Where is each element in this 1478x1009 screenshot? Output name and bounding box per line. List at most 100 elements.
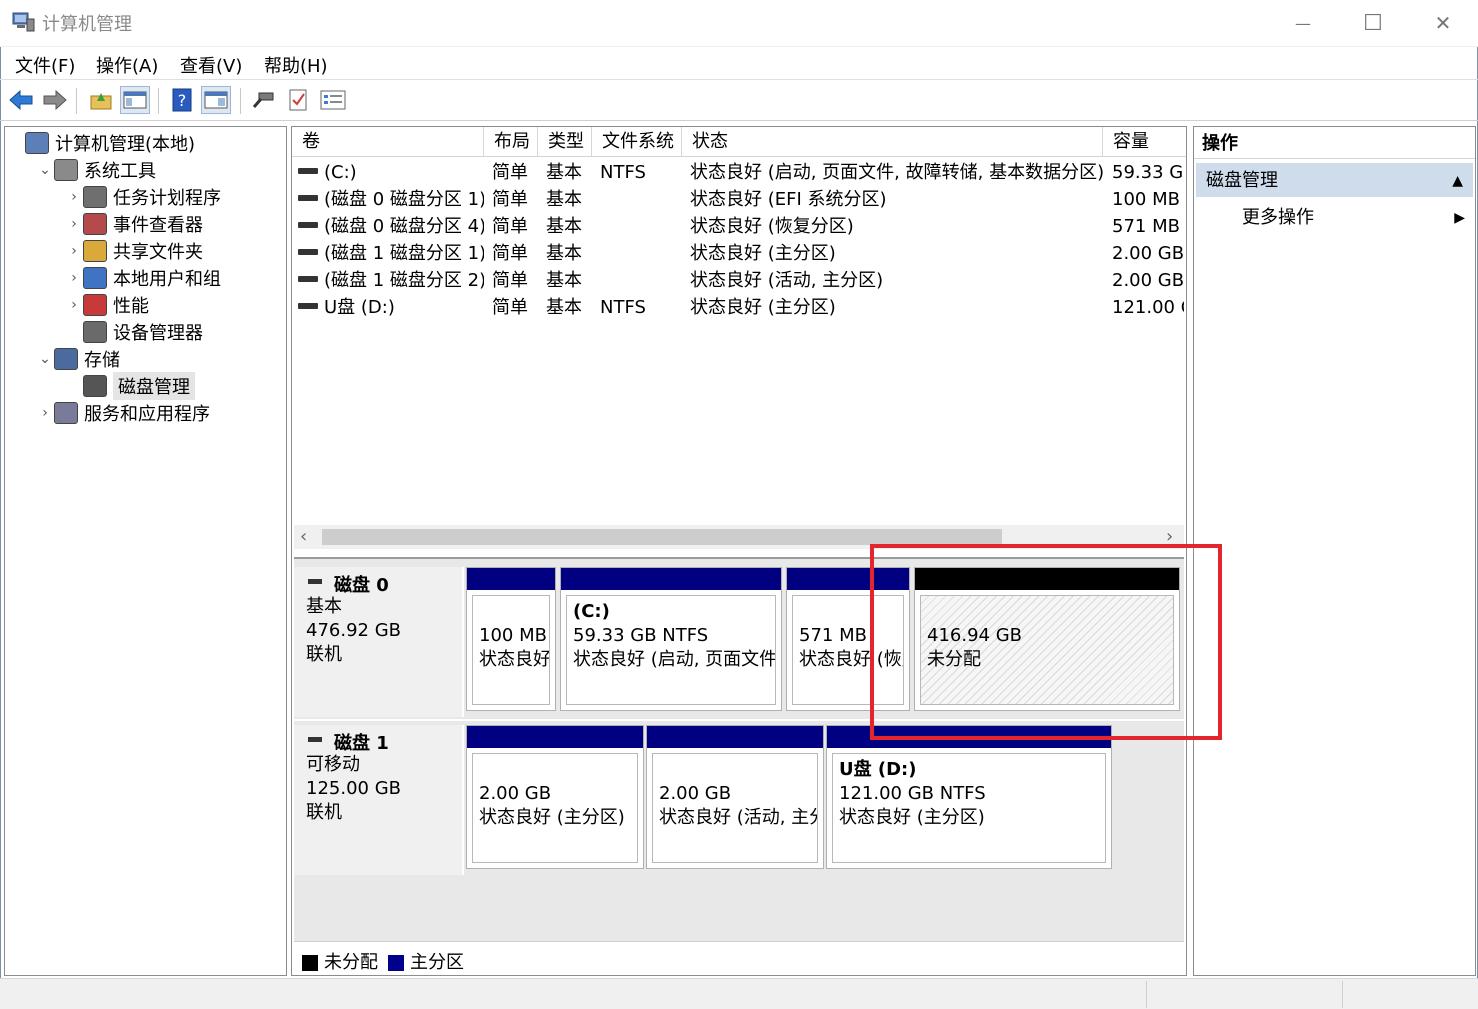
table-cell: (磁盘 0 磁盘分区 4) bbox=[298, 213, 484, 240]
status-bar bbox=[0, 978, 1478, 1009]
chevron-right-icon[interactable]: › bbox=[65, 243, 83, 259]
cell-text: U盘 (D:) bbox=[324, 297, 395, 318]
cell-text: (磁盘 0 磁盘分区 1) bbox=[324, 189, 484, 210]
menu-help[interactable]: 帮助(H) bbox=[264, 52, 328, 78]
partition[interactable]: 100 MB 状态良好 bbox=[466, 567, 556, 711]
tree-item[interactable]: › 共享文件夹 bbox=[5, 237, 286, 264]
partition[interactable]: 2.00 GB 状态良好 (活动, 主分 bbox=[646, 725, 824, 869]
more-actions-label: 更多操作 bbox=[1242, 207, 1314, 228]
table-cell: (磁盘 1 磁盘分区 2) bbox=[298, 267, 484, 294]
actions-section-disk-management[interactable]: 磁盘管理 ▲ bbox=[1196, 163, 1473, 197]
partition[interactable]: (C:) 59.33 GB NTFS 状态良好 (启动, 页面文件, bbox=[560, 567, 782, 711]
tree-item[interactable]: 设备管理器 bbox=[5, 318, 286, 345]
table-row[interactable]: (磁盘 0 磁盘分区 1) 简单 基本 状态良好 (EFI 系统分区) 100 MB bbox=[292, 186, 1186, 213]
help-button[interactable]: ? bbox=[167, 86, 197, 114]
table-row[interactable]: (磁盘 1 磁盘分区 2) 简单 基本 状态良好 (活动, 主分区) 2.00 GB bbox=[292, 267, 1186, 294]
column-header-layout[interactable]: 布局 bbox=[484, 127, 538, 157]
local-users-icon bbox=[83, 266, 107, 289]
tree-item[interactable]: 计算机管理(本地) bbox=[5, 129, 286, 156]
maximize-icon: ☐ bbox=[1363, 10, 1383, 36]
chevron-right-icon[interactable]: › bbox=[65, 270, 83, 286]
tree-item[interactable]: ⌄ 存储 bbox=[5, 345, 286, 372]
table-cell bbox=[600, 267, 690, 294]
cell-text: 状态良好 (活动, 主分区) bbox=[690, 270, 884, 291]
chevron-right-icon[interactable]: › bbox=[65, 189, 83, 205]
tree-item[interactable]: ⌄ 系统工具 bbox=[5, 156, 286, 183]
chevron-down-icon[interactable]: ⌄ bbox=[36, 351, 54, 367]
table-cell: 基本 bbox=[546, 159, 600, 186]
maximize-button[interactable]: ☐ bbox=[1338, 0, 1408, 46]
partition[interactable]: U盘 (D:) 121.00 GB NTFS 状态良好 (主分区) bbox=[826, 725, 1112, 869]
tree-item[interactable]: › 任务计划程序 bbox=[5, 183, 286, 210]
table-row[interactable]: (磁盘 1 磁盘分区 1) 简单 基本 状态良好 (主分区) 2.00 GB bbox=[292, 240, 1186, 267]
navigation-tree: 计算机管理(本地) ⌄ 系统工具 › 任务计划程序 › 事件查看器 › 共享文件夹 › 本地用户和组… bbox=[4, 126, 287, 976]
table-cell bbox=[600, 240, 690, 267]
table-cell: 59.33 GB bbox=[1112, 159, 1184, 186]
cell-text: (磁盘 1 磁盘分区 1) bbox=[324, 243, 484, 264]
minimize-button[interactable]: — bbox=[1268, 0, 1338, 46]
folder-up-button[interactable] bbox=[86, 86, 116, 114]
menu-file[interactable]: 文件(F) bbox=[15, 52, 75, 78]
column-header-volume[interactable]: 卷 bbox=[292, 127, 484, 157]
shared-folders-icon bbox=[83, 239, 107, 262]
back-icon bbox=[9, 89, 33, 111]
menu-action[interactable]: 操作(A) bbox=[96, 52, 158, 78]
tree-item[interactable]: › 事件查看器 bbox=[5, 210, 286, 237]
chevron-right-icon[interactable]: › bbox=[65, 216, 83, 232]
toolbar: ? bbox=[0, 81, 1478, 121]
legend: 未分配 主分区 bbox=[294, 941, 1184, 973]
performance-icon bbox=[83, 293, 107, 316]
tree-item-label: 共享文件夹 bbox=[113, 241, 203, 263]
column-header-type[interactable]: 类型 bbox=[538, 127, 592, 157]
partition-size: 121.00 GB NTFS bbox=[839, 783, 986, 804]
partition-body: 100 MB 状态良好 bbox=[472, 595, 550, 705]
tree-item-label: 磁盘管理 bbox=[113, 371, 195, 400]
partition[interactable]: 2.00 GB 状态良好 (主分区) bbox=[466, 725, 644, 869]
tree-item[interactable]: › 性能 bbox=[5, 291, 286, 318]
table-cell: 简单 bbox=[492, 267, 546, 294]
table-row[interactable]: U盘 (D:) 简单基本 NTFS 状态良好 (主分区) 121.00 GB bbox=[292, 294, 1186, 321]
column-header-filesystem[interactable]: 文件系统 bbox=[592, 127, 682, 157]
cell-text: 100 MB bbox=[1112, 189, 1180, 210]
partition-type-bar bbox=[647, 726, 823, 748]
scroll-left-icon[interactable]: ‹ bbox=[300, 525, 307, 549]
table-cell bbox=[600, 213, 690, 240]
menu-view[interactable]: 查看(V) bbox=[180, 52, 242, 78]
console-tree-button[interactable] bbox=[120, 86, 150, 114]
column-header-capacity[interactable]: 容量 bbox=[1103, 127, 1186, 157]
console-tree-icon bbox=[123, 91, 147, 109]
table-cell: 简单 bbox=[492, 294, 546, 321]
show-hide-button[interactable] bbox=[201, 86, 231, 114]
forward-button[interactable] bbox=[40, 86, 70, 114]
tree-item[interactable]: 磁盘管理 bbox=[5, 371, 286, 400]
connect-button[interactable] bbox=[248, 86, 278, 114]
table-row[interactable]: (磁盘 0 磁盘分区 4) 简单 基本 状态良好 (恢复分区) 571 MB bbox=[292, 213, 1186, 240]
cell-text: 简单 bbox=[492, 162, 528, 183]
disk-info-0[interactable]: 磁盘 0 基本 476.92 GB 联机 bbox=[294, 567, 464, 717]
back-button[interactable] bbox=[6, 86, 36, 114]
chevron-right-icon[interactable]: › bbox=[65, 297, 83, 313]
volume-icon bbox=[298, 222, 318, 228]
scrollbar-thumb[interactable] bbox=[322, 529, 1002, 545]
properties-button[interactable] bbox=[318, 86, 348, 114]
partition-body: (C:) 59.33 GB NTFS 状态良好 (启动, 页面文件, bbox=[566, 595, 776, 705]
chevron-right-icon[interactable]: › bbox=[36, 405, 54, 421]
table-cell bbox=[600, 186, 690, 213]
tree-item-label: 性能 bbox=[113, 295, 149, 317]
show-hide-icon bbox=[204, 91, 228, 109]
tree-item[interactable]: › 本地用户和组 bbox=[5, 264, 286, 291]
tree-item-label: 服务和应用程序 bbox=[84, 403, 210, 425]
collapse-icon[interactable]: ▲ bbox=[1452, 163, 1463, 199]
close-button[interactable]: ✕ bbox=[1408, 0, 1478, 46]
disk-name: 磁盘 1 bbox=[334, 733, 389, 754]
column-header-status[interactable]: 状态 bbox=[682, 127, 1103, 157]
table-row[interactable]: (C:) 简单 基本 NTFS 状态良好 (启动, 页面文件, 故障转储, 基本数据分区… bbox=[292, 159, 1186, 186]
checklist-button[interactable] bbox=[283, 86, 313, 114]
table-cell: U盘 (D:) bbox=[298, 294, 484, 321]
cell-text: 状态良好 (恢复分区) bbox=[690, 216, 854, 237]
cell-text: 121.00 GB bbox=[1112, 297, 1184, 318]
chevron-down-icon[interactable]: ⌄ bbox=[36, 162, 54, 178]
more-actions-item[interactable]: 更多操作 ▶ bbox=[1194, 201, 1475, 235]
disk-info-1[interactable]: 磁盘 1 可移动 125.00 GB 联机 bbox=[294, 725, 464, 875]
tree-item[interactable]: › 服务和应用程序 bbox=[5, 399, 286, 426]
